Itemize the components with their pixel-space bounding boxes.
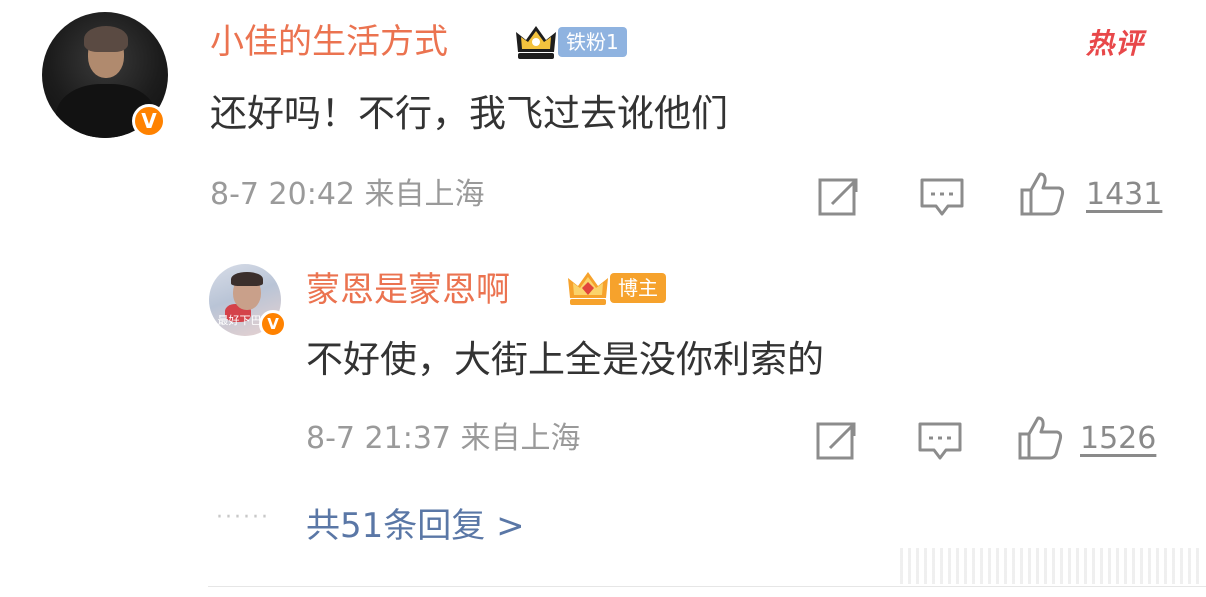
divider bbox=[208, 586, 1206, 587]
reply-meta: 8-7 21:37 来自上海 bbox=[306, 421, 581, 456]
comment-text: 还好吗！不行，我飞过去讹他们 bbox=[210, 92, 728, 135]
comment-meta: 8-7 20:42 来自上海 bbox=[210, 177, 485, 212]
like-count[interactable]: 1431 bbox=[1086, 178, 1162, 212]
host-badge[interactable]: 博主 bbox=[566, 268, 666, 308]
more-dots: ······ bbox=[216, 505, 270, 530]
replier-username[interactable]: 蒙恩是蒙恩啊 bbox=[306, 270, 510, 310]
comment-icon[interactable] bbox=[916, 416, 964, 464]
like-icon[interactable] bbox=[1018, 170, 1066, 218]
like-icon[interactable] bbox=[1016, 414, 1064, 462]
fan-level-label: 铁粉1 bbox=[558, 27, 627, 57]
more-replies-link[interactable]: 共51条回复 > bbox=[306, 505, 525, 547]
watermark bbox=[900, 548, 1200, 584]
crown-icon bbox=[568, 272, 608, 305]
reply-text: 不好使，大街上全是没你利索的 bbox=[306, 338, 824, 381]
repost-icon[interactable] bbox=[816, 172, 864, 220]
verified-icon: V bbox=[132, 104, 166, 138]
hot-comment-tag: 热评 bbox=[1086, 27, 1145, 60]
like-count[interactable]: 1526 bbox=[1080, 422, 1156, 456]
repost-icon[interactable] bbox=[814, 416, 862, 464]
crown-icon bbox=[516, 26, 556, 59]
host-label: 博主 bbox=[610, 273, 666, 303]
comment-icon[interactable] bbox=[918, 172, 966, 220]
fan-badge[interactable]: 铁粉1 bbox=[514, 22, 627, 62]
commenter-username[interactable]: 小佳的生活方式 bbox=[210, 22, 448, 62]
verified-icon: V bbox=[259, 310, 287, 338]
